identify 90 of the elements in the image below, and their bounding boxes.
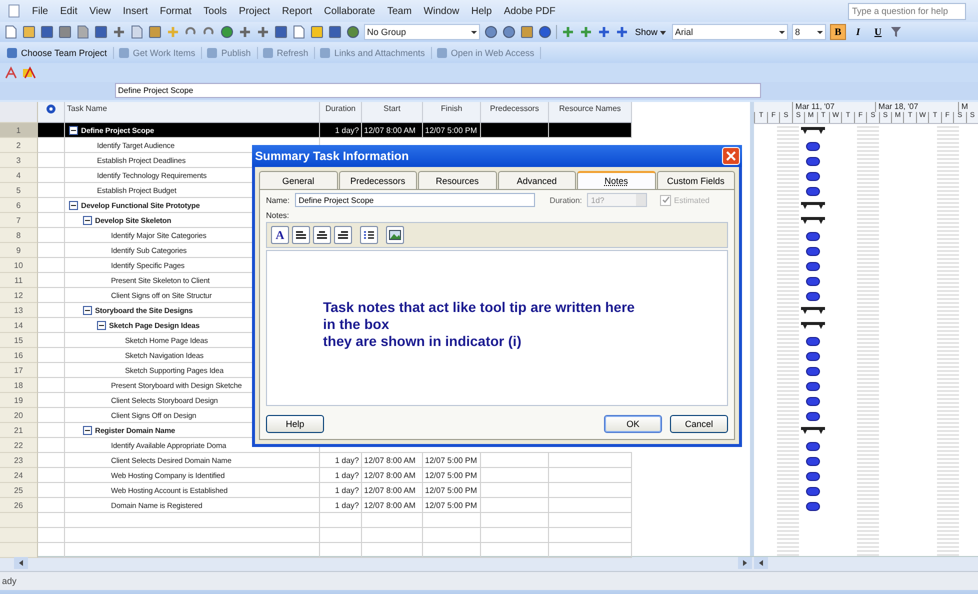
group-dropdown[interactable]: No Group — [364, 24, 480, 40]
toolbar-button[interactable]: Choose Team Project — [4, 46, 114, 58]
row-number[interactable]: 7 — [0, 213, 38, 228]
name-field[interactable]: Define Project Scope — [294, 193, 535, 207]
row-number[interactable]: 25 — [0, 483, 38, 498]
notes-field[interactable]: Task notes that act like tool tip are written here in the box they are shown in indicator (i) — [266, 250, 728, 406]
font-button[interactable]: A — [271, 226, 289, 244]
column-header[interactable]: Predecessors — [481, 102, 549, 123]
row-number[interactable]: 19 — [0, 393, 38, 408]
tab[interactable]: Custom Fields — [656, 171, 735, 189]
font-size-dropdown[interactable]: 8 — [792, 24, 826, 40]
row-number[interactable]: 13 — [0, 303, 38, 318]
menu-item[interactable]: Adobe PDF — [504, 6, 556, 16]
table-cell: 12/07 8:00 AM — [362, 498, 423, 513]
menu-item[interactable]: Help — [471, 6, 492, 16]
menu-item[interactable]: Format — [160, 6, 192, 16]
row-number[interactable]: 15 — [0, 333, 38, 348]
format-button[interactable]: U — [870, 24, 886, 40]
table-cell: 1 day? — [320, 498, 362, 513]
menu-item[interactable]: Team — [387, 6, 412, 16]
table-cell: 12/07 8:00 AM — [362, 483, 423, 498]
help-button[interactable]: Help — [266, 415, 324, 433]
row-number[interactable]: 16 — [0, 348, 38, 363]
entry-field[interactable]: Define Project Scope — [115, 83, 761, 98]
menu-item[interactable]: Tools — [204, 6, 227, 16]
row-number[interactable]: 8 — [0, 228, 38, 243]
column-header[interactable]: Resource Names — [549, 102, 632, 123]
table-cell: 1 day? — [320, 483, 362, 498]
row-number[interactable]: 5 — [0, 183, 38, 198]
row-number[interactable]: 2 — [0, 138, 38, 153]
timescale-label: Mar 18, '07 — [875, 102, 958, 112]
table-cell: 12/07 8:00 AM — [362, 453, 423, 468]
table-cell: 12/07 8:00 AM — [362, 123, 423, 138]
tab[interactable]: Notes — [577, 171, 656, 189]
field-label: Duration: — [550, 196, 582, 204]
ok-button[interactable]: OK — [604, 415, 662, 433]
column-header[interactable]: Start — [362, 102, 423, 123]
row-number[interactable]: 23 — [0, 453, 38, 468]
status-text: ady — [2, 576, 17, 586]
menu-item[interactable]: Window — [424, 6, 460, 16]
table-cell: 12/07 5:00 PM — [423, 468, 481, 483]
table-cell: 12/07 5:00 PM — [423, 483, 481, 498]
row-number[interactable]: 18 — [0, 378, 38, 393]
table-cell: 1 day? — [320, 468, 362, 483]
format-button[interactable]: B — [830, 24, 846, 40]
row-number[interactable]: 6 — [0, 198, 38, 213]
row-number[interactable]: 24 — [0, 468, 38, 483]
row-number[interactable]: 9 — [0, 243, 38, 258]
row-number[interactable]: 10 — [0, 258, 38, 273]
row-number[interactable]: 3 — [0, 153, 38, 168]
menu-item[interactable]: View — [89, 6, 111, 16]
table-cell: 12/07 5:00 PM — [423, 123, 481, 138]
menu-item[interactable]: Report — [282, 6, 312, 16]
row-number[interactable]: 22 — [0, 438, 38, 453]
row-number[interactable]: 1 — [0, 123, 38, 138]
tab[interactable]: Resources — [418, 171, 496, 189]
timescale-label: Mar 11, '07 — [792, 102, 876, 112]
field-label: Name: — [266, 196, 290, 204]
format-button[interactable]: I — [850, 24, 866, 40]
menu-item[interactable]: Insert — [122, 6, 148, 16]
row-number[interactable]: 4 — [0, 168, 38, 183]
dialog-title: Summary Task Information — [255, 149, 409, 163]
show-button[interactable]: Show — [633, 27, 668, 37]
cancel-button[interactable]: Cancel — [670, 415, 728, 433]
table-cell: 1 day? — [320, 453, 362, 468]
menu-item[interactable]: Project — [238, 6, 270, 16]
column-header[interactable]: Finish — [423, 102, 481, 123]
row-number[interactable]: 21 — [0, 423, 38, 438]
tab[interactable]: General — [259, 171, 338, 189]
timescale-label: M — [958, 102, 968, 112]
row-number[interactable]: 14 — [0, 318, 38, 333]
tab[interactable]: Predecessors — [338, 171, 417, 189]
table-cell: 12/07 5:00 PM — [423, 498, 481, 513]
table-cell: 1 day? — [320, 123, 362, 138]
column-header[interactable]: Task Name — [65, 102, 320, 123]
row-number[interactable]: 17 — [0, 363, 38, 378]
column-header[interactable]: Duration — [320, 102, 362, 123]
menu-item[interactable]: File — [32, 6, 48, 16]
row-number[interactable]: 11 — [0, 273, 38, 288]
tab[interactable]: Advanced — [498, 171, 576, 189]
field-label: Notes: — [266, 211, 290, 220]
table-cell: 12/07 8:00 AM — [362, 468, 423, 483]
help-search-field[interactable]: Type a question for help — [848, 2, 966, 20]
table-cell: 12/07 5:00 PM — [423, 453, 481, 468]
row-number[interactable]: 20 — [0, 408, 38, 423]
menu-item[interactable]: Collaborate — [324, 6, 376, 16]
row-number[interactable]: 12 — [0, 288, 38, 303]
menu-item[interactable]: Edit — [60, 6, 78, 16]
font-dropdown[interactable]: Arial — [672, 24, 788, 40]
row-number[interactable]: 26 — [0, 498, 38, 513]
